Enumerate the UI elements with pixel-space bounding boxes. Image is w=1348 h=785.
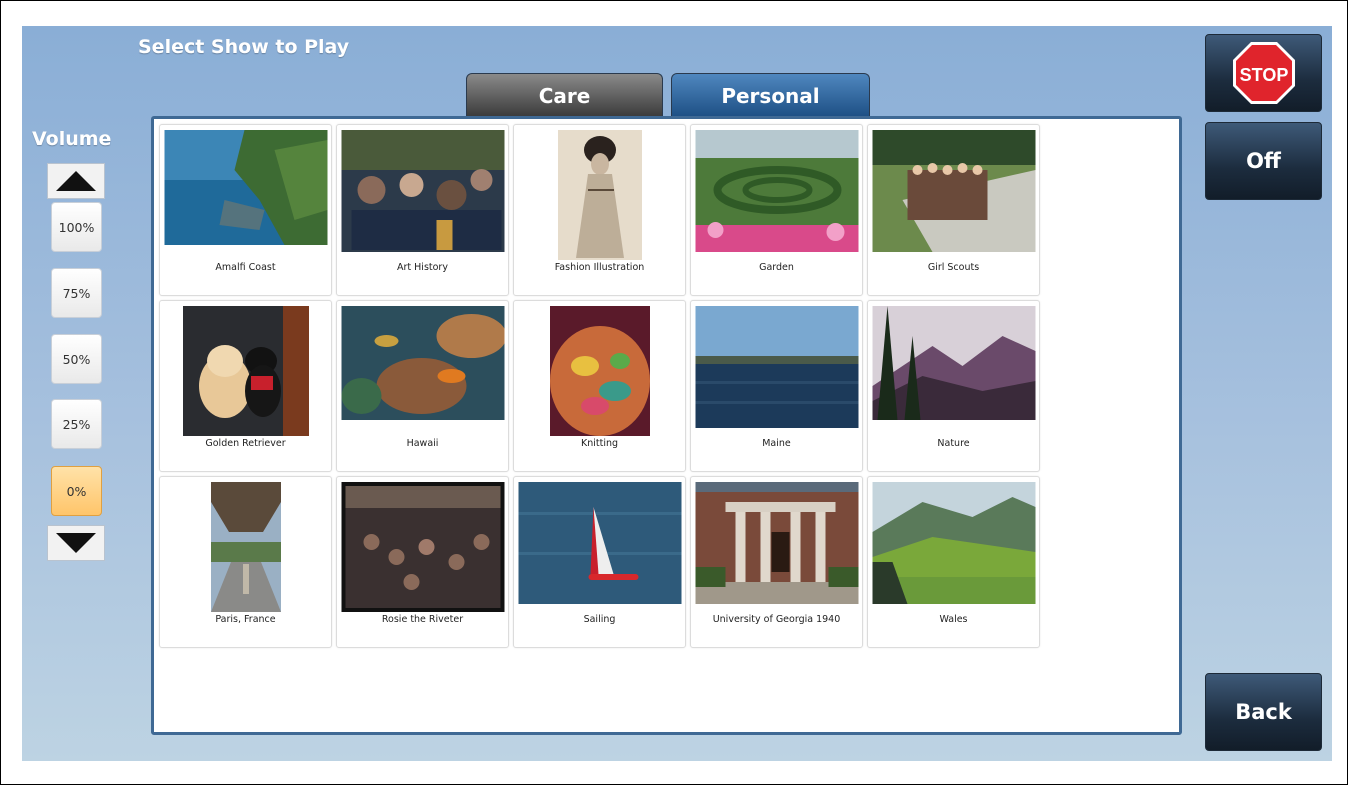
show-card-art-history[interactable]: Art History — [336, 124, 509, 296]
show-card-fashion-illustration[interactable]: Fashion Illustration — [513, 124, 686, 296]
garden-thumbnail — [695, 130, 858, 252]
golden-retriever-thumbnail — [182, 306, 309, 436]
rosie-the-riveter-thumbnail — [341, 482, 504, 612]
volume-down-button[interactable] — [47, 525, 105, 561]
back-button[interactable]: Back — [1205, 673, 1322, 751]
show-label: University of Georgia 1940 — [712, 614, 841, 625]
show-label: Knitting — [580, 438, 619, 449]
triangle-up-icon — [56, 171, 96, 191]
show-card-nature[interactable]: Nature — [867, 300, 1040, 472]
tab-care[interactable]: Care — [466, 73, 663, 117]
show-card-knitting[interactable]: Knitting — [513, 300, 686, 472]
show-panel: Amalfi Coast Art History Fashion Illustr… — [151, 116, 1182, 735]
show-grid: Amalfi Coast Art History Fashion Illustr… — [159, 124, 1040, 648]
maine-thumbnail — [695, 306, 858, 428]
volume-75-button[interactable]: 75% — [51, 268, 102, 318]
page-title: Select Show to Play — [138, 36, 350, 58]
show-label: Sailing — [583, 614, 616, 625]
show-label: Maine — [762, 438, 791, 449]
stop-sign-icon: STOP — [1232, 42, 1295, 104]
girl-scouts-thumbnail — [872, 130, 1035, 252]
stop-button[interactable]: STOP — [1205, 34, 1322, 112]
show-card-garden[interactable]: Garden — [690, 124, 863, 296]
show-card-amalfi-coast[interactable]: Amalfi Coast — [159, 124, 332, 296]
wales-thumbnail — [872, 482, 1035, 604]
show-label: Hawaii — [406, 438, 439, 449]
volume-100-button[interactable]: 100% — [51, 202, 102, 252]
nature-thumbnail — [872, 306, 1035, 420]
show-card-paris-france[interactable]: Paris, France — [159, 476, 332, 648]
fashion-illustration-thumbnail — [557, 130, 642, 260]
amalfi-coast-thumbnail — [164, 130, 327, 245]
show-label: Amalfi Coast — [215, 262, 276, 273]
volume-up-button[interactable] — [47, 163, 105, 199]
show-label: Paris, France — [215, 614, 276, 625]
show-label: Fashion Illustration — [554, 262, 645, 273]
volume-label: Volume — [32, 128, 112, 150]
volume-50-button[interactable]: 50% — [51, 334, 102, 384]
volume-0-button[interactable]: 0% — [51, 466, 102, 516]
stop-sign-text: STOP — [1239, 65, 1288, 85]
hawaii-thumbnail — [341, 306, 504, 420]
knitting-thumbnail — [549, 306, 650, 436]
sailing-thumbnail — [518, 482, 681, 604]
show-card-wales[interactable]: Wales — [867, 476, 1040, 648]
show-label: Golden Retriever — [205, 438, 286, 449]
show-label: Nature — [937, 438, 970, 449]
show-label: Wales — [939, 614, 968, 625]
show-card-university-of-georgia-1940[interactable]: University of Georgia 1940 — [690, 476, 863, 648]
show-label: Girl Scouts — [927, 262, 980, 273]
show-card-sailing[interactable]: Sailing — [513, 476, 686, 648]
show-card-golden-retriever[interactable]: Golden Retriever — [159, 300, 332, 472]
triangle-down-icon — [56, 533, 96, 553]
show-card-maine[interactable]: Maine — [690, 300, 863, 472]
show-card-hawaii[interactable]: Hawaii — [336, 300, 509, 472]
paris-thumbnail — [210, 482, 281, 612]
volume-25-button[interactable]: 25% — [51, 399, 102, 449]
show-label: Rosie the Riveter — [381, 614, 464, 625]
show-card-girl-scouts[interactable]: Girl Scouts — [867, 124, 1040, 296]
show-card-rosie-the-riveter[interactable]: Rosie the Riveter — [336, 476, 509, 648]
tab-personal[interactable]: Personal — [671, 73, 870, 117]
show-label: Art History — [397, 262, 448, 273]
off-button[interactable]: Off — [1205, 122, 1322, 200]
art-history-thumbnail — [341, 130, 504, 252]
show-label: Garden — [759, 262, 794, 273]
university-of-georgia-thumbnail — [695, 482, 858, 604]
